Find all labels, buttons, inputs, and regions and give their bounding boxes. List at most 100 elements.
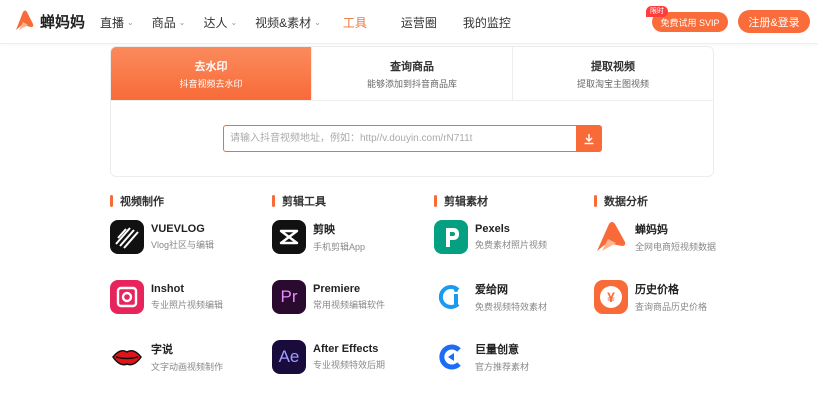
- app-chanmama[interactable]: 蝉妈妈全网电商短视频数据: [594, 220, 716, 254]
- app-name: 剪映: [313, 224, 335, 236]
- premiere-glyph: Pr: [280, 287, 298, 306]
- app-zishuo[interactable]: 字说文字动画视频制作: [110, 340, 223, 374]
- category-title: 剪辑素材: [444, 196, 488, 208]
- capcut-icon: [272, 220, 306, 254]
- category-marker: [594, 195, 597, 207]
- category-title: 数据分析: [604, 196, 648, 208]
- app-desc: Vlog社区与编辑: [151, 240, 215, 250]
- app-desc: 免费视频特效素材: [475, 302, 548, 312]
- nav-label: 运营圈: [400, 16, 437, 30]
- app-capcut[interactable]: 剪映手机剪辑App: [272, 220, 365, 254]
- app-desc: 专业照片视频编辑: [151, 300, 224, 310]
- app-premiere[interactable]: Pr Premiere 常用视频编辑软件: [272, 280, 385, 314]
- limited-time-badge: 限时: [646, 6, 668, 17]
- download-icon: [584, 133, 594, 144]
- app-desc: 文字动画视频制作: [151, 362, 224, 372]
- inshot-icon: [110, 280, 144, 314]
- category-marker: [110, 195, 113, 207]
- app-price-history[interactable]: ¥ 历史价格查询商品历史价格: [594, 280, 707, 314]
- app-desc: 免费素材照片视频: [475, 240, 548, 250]
- ae-glyph: Ae: [278, 347, 300, 366]
- app-pexels[interactable]: Pexels 免费素材照片视频: [434, 220, 547, 254]
- app-name: 爱给网: [475, 284, 508, 296]
- app-desc: 专业视频特效后期: [313, 360, 386, 370]
- yen-glyph: ¥: [600, 286, 622, 308]
- app-desc: 手机剪辑App: [313, 242, 366, 252]
- premiere-icon: Pr: [272, 280, 306, 314]
- nav-item-monitor[interactable]: 我的监控: [463, 14, 511, 31]
- tab-extract-video[interactable]: 提取视频 提取淘宝主图视频: [513, 47, 713, 100]
- nav-label: 商品: [151, 16, 176, 30]
- category-title: 剪辑工具: [282, 196, 326, 208]
- app-juliang[interactable]: 巨量创意官方推荐素材: [434, 340, 529, 374]
- chevron-down-icon: ⌄: [127, 18, 134, 27]
- video-url-search: [223, 125, 602, 152]
- nav-label: 达人: [203, 16, 228, 30]
- juliang-icon: [434, 340, 468, 374]
- app-name: After Effects: [313, 343, 379, 355]
- nav-label: 工具: [342, 16, 367, 30]
- chevron-down-icon: ⌄: [178, 18, 186, 27]
- app-name: 巨量创意: [475, 344, 519, 356]
- tab-title: 提取视频: [591, 60, 635, 73]
- top-header: 蝉妈妈 直播 ⌄ 商品 ⌄ 达人 ⌄ 视频&素材 ⌄ 工具 运营圈 我的监控 免费试用 …: [0, 0, 818, 44]
- tab-query-goods[interactable]: 查询商品 能够添加到抖音商品库: [312, 47, 513, 100]
- pexels-icon: [434, 220, 468, 254]
- tab-desc: 提取淘宝主图视频: [576, 78, 649, 89]
- aigei-icon: [434, 280, 468, 314]
- nav-item-tools[interactable]: 工具: [343, 14, 367, 31]
- app-desc: 常用视频编辑软件: [313, 300, 386, 310]
- nav-item-goods[interactable]: 商品 ⌄: [152, 14, 186, 31]
- app-name: 蝉妈妈: [635, 224, 668, 236]
- nav-item-live[interactable]: 直播 ⌄: [100, 14, 134, 31]
- tool-panel: 去水印 抖音视频去水印 查询商品 能够添加到抖音商品库 提取视频 提取淘宝主图视…: [110, 46, 714, 177]
- app-name: Premiere: [313, 283, 361, 295]
- app-name: 字说: [151, 344, 173, 356]
- trial-button-label: 免费试用 SVIP: [660, 17, 720, 28]
- app-inshot[interactable]: Inshot 专业照片视频编辑: [110, 280, 223, 314]
- chanmama-logo-icon: [16, 10, 34, 30]
- category-editing-tools: 剪辑工具 剪映手机剪辑App Pr Premiere 常用视频编辑软件 Ae Af…: [272, 194, 432, 374]
- category-data-analysis: 数据分析 蝉妈妈全网电商短视频数据 ¥ 历史价格查询商品历史价格: [594, 194, 754, 314]
- lips-icon: [110, 340, 144, 374]
- category-marker: [272, 195, 275, 207]
- tool-tabs: 去水印 抖音视频去水印 查询商品 能够添加到抖音商品库 提取视频 提取淘宝主图视…: [111, 47, 713, 101]
- app-vuevlog[interactable]: VUEVLOG Vlog社区与编辑: [110, 220, 214, 254]
- category-title: 视频制作: [120, 196, 164, 208]
- app-name: 历史价格: [635, 284, 679, 296]
- main-nav: 直播 ⌄ 商品 ⌄ 达人 ⌄ 视频&素材 ⌄ 工具 运营圈 我的监控: [100, 14, 529, 31]
- nav-item-operation[interactable]: 运营圈: [401, 14, 437, 31]
- tab-title: 查询商品: [390, 60, 434, 73]
- tab-desc: 抖音视频去水印: [179, 78, 243, 89]
- app-name: VUEVLOG: [151, 223, 205, 235]
- app-desc: 官方推荐素材: [475, 362, 530, 372]
- nav-item-video-material[interactable]: 视频&素材 ⌄: [255, 14, 321, 31]
- app-desc: 全网电商短视频数据: [635, 242, 717, 252]
- nav-label: 直播: [100, 16, 125, 30]
- app-aigei[interactable]: 爱给网免费视频特效素材: [434, 280, 547, 314]
- nav-label: 视频&素材: [255, 16, 312, 30]
- nav-label: 我的监控: [462, 16, 511, 30]
- logo[interactable]: 蝉妈妈: [14, 10, 85, 32]
- tab-desc: 能够添加到抖音商品库: [366, 78, 457, 89]
- price-history-icon: ¥: [594, 280, 628, 314]
- category-marker: [434, 195, 437, 207]
- chevron-down-icon: ⌄: [314, 18, 321, 27]
- category-video-production: 视频制作 VUEVLOG Vlog社区与编辑 Inshot 专业照片视频编辑 字说文…: [110, 194, 270, 374]
- app-name: Pexels: [475, 223, 510, 235]
- chanmama-icon: [594, 220, 628, 254]
- download-button[interactable]: [576, 125, 602, 152]
- register-login-button[interactable]: 注册&登录: [738, 10, 810, 33]
- chevron-down-icon: ⌄: [230, 18, 238, 27]
- app-desc: 查询商品历史价格: [635, 302, 708, 312]
- app-after-effects[interactable]: Ae After Effects 专业视频特效后期: [272, 340, 385, 374]
- tab-title: 去水印: [194, 60, 228, 73]
- video-url-input[interactable]: [223, 125, 576, 152]
- after-effects-icon: Ae: [272, 340, 306, 374]
- nav-item-influencer[interactable]: 达人 ⌄: [203, 14, 237, 31]
- app-name: Inshot: [151, 283, 184, 295]
- vuevlog-icon: [110, 220, 144, 254]
- tab-remove-watermark[interactable]: 去水印 抖音视频去水印: [111, 47, 312, 100]
- logo-text: 蝉妈妈: [40, 13, 86, 31]
- category-editing-materials: 剪辑素材 Pexels 免费素材照片视频 爱给网免费视频特效素材 巨量创意官方推荐…: [434, 194, 594, 374]
